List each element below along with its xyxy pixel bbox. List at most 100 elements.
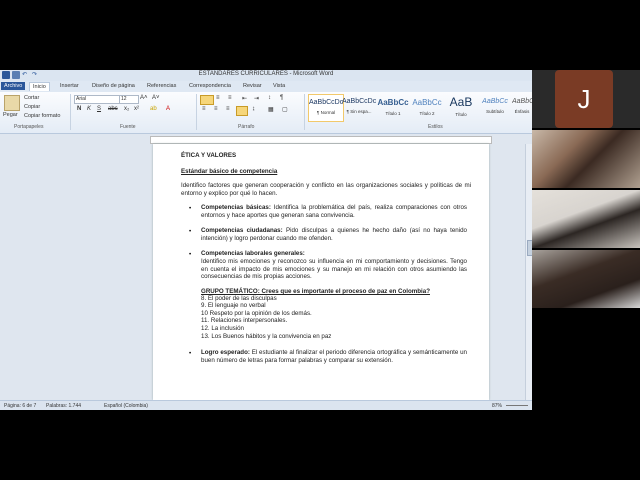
grow-font-icon[interactable]: A˄ — [140, 95, 148, 101]
ribbon: Pegar Cortar Copiar Copiar formato Porta… — [0, 92, 532, 134]
multilevel-list-icon[interactable]: ≡ — [228, 95, 232, 101]
divider — [70, 94, 71, 130]
underline-icon[interactable]: S — [97, 106, 101, 112]
copy-button[interactable]: Copiar — [24, 104, 40, 110]
style-no-spacing[interactable]: AaBbCcDc ¶ Sin espa... — [342, 94, 376, 120]
style-name: Título — [455, 112, 467, 117]
highlight-icon[interactable]: ab — [150, 106, 157, 112]
competencias-basicas: Competencias básicas: Identifica la prob… — [201, 204, 467, 219]
competencias-laborales-text: Identifico mis emociones y reconozco su … — [201, 258, 467, 280]
style-name: Título 2 — [419, 111, 435, 116]
style-name: Título 1 — [385, 111, 401, 116]
align-left-icon[interactable]: ≡ — [202, 106, 206, 112]
participant-video — [532, 130, 640, 188]
font-size-select[interactable]: 12 — [119, 95, 139, 104]
avatar: J — [555, 70, 613, 128]
align-center-icon[interactable]: ≡ — [214, 106, 218, 112]
strikethrough-icon[interactable]: abc — [108, 106, 118, 112]
doc-heading: ÉTICA Y VALORES — [181, 152, 237, 159]
logro-esperado: Logro esperado: El estudiante al finaliz… — [201, 349, 467, 364]
styles-group-label: Estilos — [428, 124, 443, 130]
window-title: ESTANDARES CURRICULARES - Microsoft Word — [198, 71, 334, 77]
align-right-icon[interactable]: ≡ — [226, 106, 230, 112]
tab-archivo[interactable]: Archivo — [1, 82, 26, 90]
topic-item: 12. La inclusión — [201, 325, 244, 332]
tab-referencias[interactable]: Referencias — [144, 82, 179, 90]
tab-insertar[interactable]: Insertar — [57, 82, 82, 90]
tab-revisar[interactable]: Revisar — [240, 82, 265, 90]
font-color-icon[interactable]: A — [166, 106, 170, 112]
style-sample: AaBbC — [512, 98, 532, 105]
font-group-label: Fuente — [120, 124, 136, 130]
style-heading-1[interactable]: AaBbCc Título 1 — [376, 94, 410, 120]
page-count[interactable]: Página: 6 de 7 — [4, 403, 36, 409]
sort-icon[interactable]: ↕ — [268, 95, 271, 101]
paste-button[interactable]: Pegar — [3, 112, 18, 118]
divider — [196, 94, 197, 130]
horizontal-ruler[interactable] — [150, 136, 492, 144]
bold-icon[interactable]: N — [77, 106, 81, 112]
style-subtitle[interactable]: AaBbCc Subtítulo — [478, 94, 512, 120]
style-title[interactable]: AaB Título — [444, 94, 478, 120]
zoom-level[interactable]: 87% — [492, 403, 502, 409]
tab-vista[interactable]: Vista — [270, 82, 288, 90]
style-name: ¶ Normal — [316, 110, 336, 115]
participant-video — [532, 250, 640, 308]
style-sample: AaBbCc — [377, 98, 409, 107]
standard-text: Identifico factores que generan cooperac… — [181, 182, 471, 197]
clipboard-group-label: Portapapeles — [14, 124, 44, 130]
bullet-icon: • — [189, 205, 192, 212]
bullet-icon: • — [189, 228, 192, 235]
shrink-font-icon[interactable]: A˅ — [152, 95, 160, 101]
document-page[interactable]: ÉTICA Y VALORES Estándar básico de compe… — [153, 144, 489, 400]
zoom-slider[interactable] — [506, 405, 528, 406]
format-painter-button[interactable]: Copiar formato — [24, 113, 60, 119]
style-sample: AaBbCc — [482, 98, 508, 105]
label: Logro esperado: — [201, 349, 250, 356]
style-sample: AaB — [449, 95, 473, 109]
topic-item: 13. Los Buenos hábitos y la convivencia … — [201, 333, 332, 340]
style-normal[interactable]: AaBbCcDc ¶ Normal — [308, 94, 344, 122]
style-emphasis[interactable]: AaBbC Énfasis — [512, 94, 532, 120]
divider — [304, 94, 305, 130]
word-window: ↶ ↷ ESTANDARES CURRICULARES - Microsoft … — [0, 70, 532, 410]
topic-item: 9. El lenguaje no verbal — [201, 302, 266, 309]
shading-icon[interactable]: ▦ — [268, 106, 274, 113]
tab-inicio[interactable]: Inicio — [29, 82, 50, 91]
justify-icon[interactable] — [236, 106, 248, 116]
avatar-initial: J — [577, 84, 591, 114]
style-heading-2[interactable]: AaBbCc Título 2 — [410, 94, 444, 120]
paste-icon[interactable] — [4, 95, 20, 111]
document-area: ÉTICA Y VALORES Estándar básico de compe… — [0, 144, 532, 400]
word-count[interactable]: Palabras: 1.744 — [46, 403, 81, 409]
bullet-icon: • — [189, 251, 192, 258]
line-spacing-icon[interactable]: ↨ — [252, 106, 255, 112]
font-name-select[interactable]: Arial — [74, 95, 120, 104]
paragraph-group-label: Párrafo — [238, 124, 255, 130]
style-sample: AaBbCcDc — [309, 99, 344, 106]
style-sample: AaBbCcDc — [342, 98, 377, 105]
style-name: Subtítulo — [486, 109, 504, 114]
decrease-indent-icon[interactable]: ⇤ — [242, 95, 247, 102]
numbering-icon[interactable]: ≡ — [216, 95, 220, 101]
style-sample: AaBbCc — [412, 98, 442, 107]
borders-icon[interactable]: ▢ — [282, 106, 288, 113]
italic-icon[interactable]: K — [87, 106, 91, 112]
vertical-scrollbar[interactable] — [525, 144, 532, 400]
bullet-icon: • — [189, 350, 192, 357]
label: Competencias ciudadanas: — [201, 227, 283, 234]
tab-diseno[interactable]: Diseño de página — [89, 82, 138, 90]
superscript-icon[interactable]: x² — [134, 106, 139, 112]
status-bar: Página: 6 de 7 Palabras: 1.744 Español (… — [0, 400, 532, 410]
style-name: ¶ Sin espa... — [346, 109, 372, 114]
subscript-icon[interactable]: x₂ — [124, 106, 129, 112]
label: Competencias básicas: — [201, 204, 271, 211]
tab-correspondencia[interactable]: Correspondencia — [186, 82, 234, 90]
language[interactable]: Español (Colombia) — [104, 403, 148, 409]
bullets-icon[interactable] — [200, 95, 214, 105]
style-name: Énfasis — [514, 109, 530, 114]
show-formatting-icon[interactable]: ¶ — [280, 95, 283, 101]
cut-button[interactable]: Cortar — [24, 95, 39, 101]
increase-indent-icon[interactable]: ⇥ — [254, 95, 259, 102]
standard-title: Estándar básico de competencia — [181, 168, 278, 175]
